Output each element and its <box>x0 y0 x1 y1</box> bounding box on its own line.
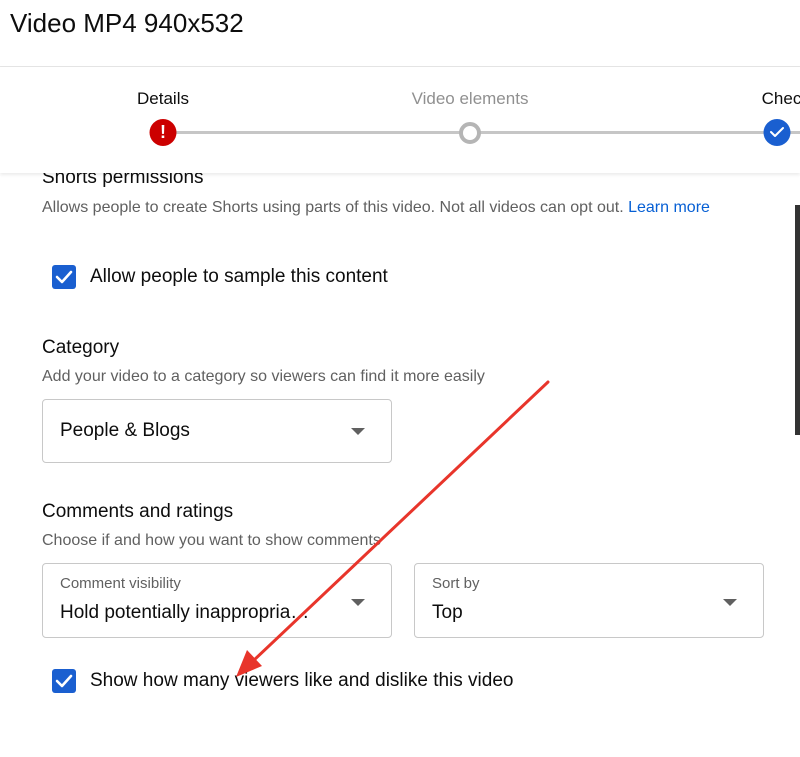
learn-more-link[interactable]: Learn more <box>628 199 710 216</box>
sort-by-select[interactable]: Sort by Top <box>414 563 764 638</box>
comment-visibility-label: Comment visibility <box>60 575 181 592</box>
comment-visibility-value: Hold potentially inappropria… <box>60 602 310 623</box>
caret-down-icon <box>351 599 365 606</box>
step-video-elements-label: Video elements <box>411 89 529 108</box>
sample-content-label: Allow people to sample this content <box>90 266 388 287</box>
category-description: Add your video to a category so viewers … <box>42 368 485 385</box>
stepper-track <box>163 131 800 134</box>
comments-ratings-description: Choose if and how you want to show comme… <box>42 532 381 549</box>
shorts-description-text: Allows people to create Shorts using par… <box>42 199 624 216</box>
category-selected-value: People & Blogs <box>60 420 190 441</box>
sort-by-value: Top <box>432 602 463 623</box>
sample-content-option[interactable]: Allow people to sample this content <box>52 265 388 289</box>
checkmark-icon <box>55 270 73 284</box>
pending-step-icon <box>459 122 481 144</box>
category-title: Category <box>42 337 120 358</box>
caret-down-icon <box>723 599 737 606</box>
shorts-permissions-description: Allows people to create Shorts using par… <box>42 194 747 221</box>
category-select[interactable]: People & Blogs <box>42 399 392 463</box>
sample-content-checkbox[interactable] <box>52 265 76 289</box>
sort-by-label: Sort by <box>432 575 480 592</box>
step-checks-label: Checks <box>761 89 800 108</box>
scrollbar[interactable] <box>795 205 800 435</box>
show-ratings-label: Show how many viewers like and dislike t… <box>90 670 514 691</box>
upload-stepper: Details ! Video elements Checks <box>0 67 800 173</box>
step-details-label: Details <box>137 89 189 108</box>
checkmark-icon <box>763 119 791 146</box>
error-icon: ! <box>149 119 177 146</box>
show-ratings-checkbox[interactable] <box>52 669 76 693</box>
checkmark-icon <box>55 674 73 688</box>
comments-ratings-title: Comments and ratings <box>42 501 234 522</box>
comment-visibility-select[interactable]: Comment visibility Hold potentially inap… <box>42 563 392 638</box>
show-ratings-option[interactable]: Show how many viewers like and dislike t… <box>52 669 513 693</box>
caret-down-icon <box>351 428 365 435</box>
